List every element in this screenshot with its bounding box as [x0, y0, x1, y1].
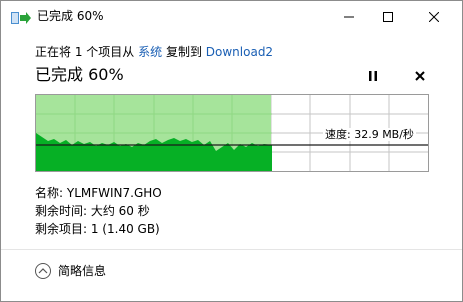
footer-divider — [1, 249, 462, 250]
maximize-button[interactable] — [365, 1, 411, 32]
window-title: 已完成 60% — [37, 9, 104, 23]
cancel-icon — [415, 71, 425, 81]
copy-status-line: 正在将 1 个项目从 系统 复制到 Download2 — [35, 44, 273, 60]
file-name-row: 名称: YLMFWIN7.GHO — [35, 186, 162, 200]
progress-title: 已完成 60% — [35, 65, 124, 84]
items-remaining-row: 剩余项目: 1 (1.40 GB) — [35, 222, 160, 236]
minimize-icon — [344, 16, 354, 17]
chevron-up-icon — [35, 263, 51, 279]
time-remaining-row: 剩余时间: 大约 60 秒 — [35, 204, 150, 218]
pause-button[interactable] — [362, 65, 384, 87]
maximize-icon — [383, 11, 393, 22]
transfer-speed-graph: 速度: 32.9 MB/秒 — [35, 94, 429, 172]
copy-status-prefix: 正在将 1 个项目从 — [35, 45, 135, 59]
source-link[interactable]: 系统 — [138, 45, 162, 59]
speed-label: 速度: 32.9 MB/秒 — [323, 128, 416, 141]
fewer-details-label: 简略信息 — [58, 264, 107, 278]
destination-link[interactable]: Download2 — [206, 45, 273, 59]
fewer-details-toggle[interactable]: 简略信息 — [35, 263, 106, 279]
pause-icon — [369, 71, 377, 81]
transfer-details: 名称: YLMFWIN7.GHO 剩余时间: 大约 60 秒 剩余项目: 1 (… — [35, 184, 162, 238]
copy-dialog-window: 已完成 60% 正在将 1 个项目从 系统 复制到 Download2 已完成 … — [0, 0, 463, 302]
title-bar: 已完成 60% — [1, 1, 462, 33]
copy-arrow-icon — [11, 10, 31, 24]
copy-status-middle: 复制到 — [165, 45, 202, 59]
close-window-button[interactable] — [411, 1, 457, 32]
cancel-button[interactable] — [409, 65, 431, 87]
close-icon — [429, 11, 439, 22]
